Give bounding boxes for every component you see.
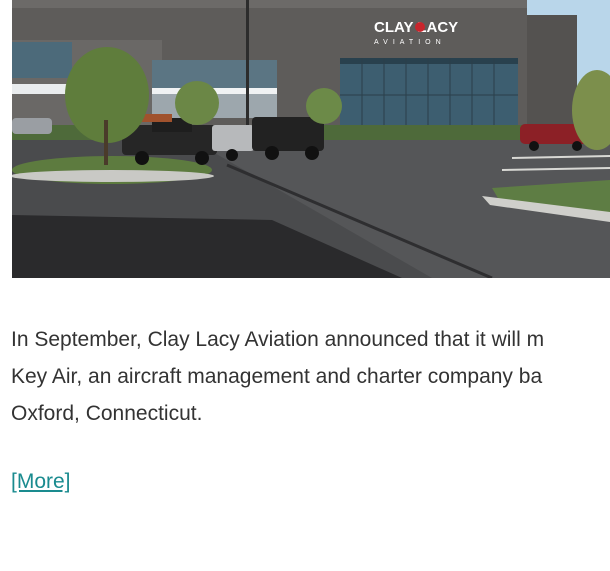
article-container: CLAY LACY AVIATION In September, Clay La… xyxy=(0,0,610,571)
sign-logo-dot xyxy=(415,22,425,32)
article-body-line: In September, Clay Lacy Aviation announc… xyxy=(11,328,545,351)
article-body-line: Key Air, an aircraft management and char… xyxy=(11,365,543,388)
article-body: In September, Clay Lacy Aviation announc… xyxy=(11,321,610,432)
clay-lacy-building-photo: CLAY LACY AVIATION xyxy=(12,0,610,278)
article-photo: CLAY LACY AVIATION xyxy=(12,0,610,278)
sign-sub-text: AVIATION xyxy=(374,39,446,46)
more-link[interactable]: [More] xyxy=(11,467,71,497)
article-body-line: Oxford, Connecticut. xyxy=(11,402,203,425)
